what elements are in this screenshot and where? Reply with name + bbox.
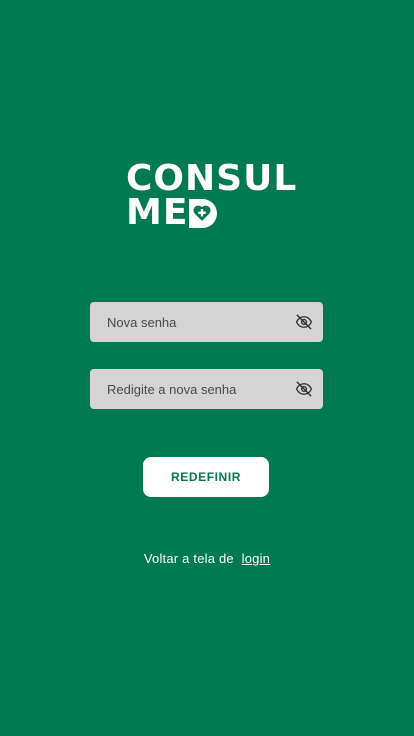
logo-d-letter [189, 198, 218, 228]
eye-off-icon[interactable] [295, 380, 313, 398]
eye-off-icon[interactable] [295, 313, 313, 331]
confirm-password-field-container [90, 369, 323, 409]
logo-line-2: ME [126, 192, 297, 233]
logo-line-1: CONSUL [126, 158, 298, 199]
app-logo: CONSUL ME [126, 158, 298, 233]
new-password-input[interactable] [107, 314, 295, 330]
logo-line-2-text: ME [126, 192, 189, 233]
confirm-password-input[interactable] [107, 381, 295, 397]
reset-password-button[interactable]: REDEFINIR [143, 457, 269, 497]
footer-text: Voltar a tela de [143, 551, 234, 566]
back-to-login-footer: Voltar a tela de login [0, 551, 414, 566]
login-link[interactable]: login [242, 551, 270, 566]
new-password-field-container [90, 302, 323, 342]
heart-plus-icon [193, 205, 211, 221]
